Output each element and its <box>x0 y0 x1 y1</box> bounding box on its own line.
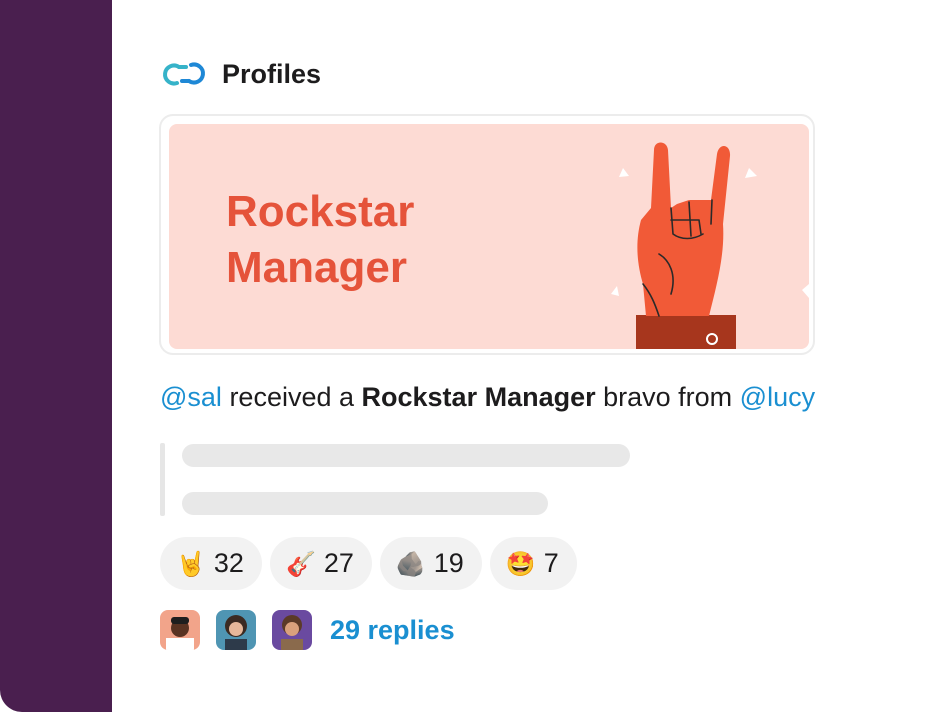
reactions-bar: 🤘 32 🎸 27 🪨 19 🤩 7 <box>160 537 577 590</box>
bravo-card[interactable]: Rockstar Manager <box>159 114 815 355</box>
reaction-count: 27 <box>323 548 354 578</box>
app-header: Profiles <box>160 56 321 92</box>
avatar[interactable] <box>216 610 256 650</box>
reaction-count: 19 <box>433 548 464 578</box>
sender-mention[interactable]: @lucy <box>740 382 815 412</box>
message-text-received: received a <box>221 382 362 412</box>
rock-on-hand-emoji: 🤘 <box>176 549 206 578</box>
reaction-guitar[interactable]: 🎸 27 <box>269 537 372 590</box>
banner-title: Rockstar Manager <box>226 187 415 292</box>
bravo-banner: Rockstar Manager <box>169 124 809 349</box>
workspace-sidebar <box>0 0 112 712</box>
quote-bar <box>160 443 165 516</box>
skeleton-line <box>182 492 548 515</box>
rock-emoji: 🪨 <box>395 549 426 578</box>
bravo-message: @sal received a Rockstar Manager bravo f… <box>160 382 815 413</box>
avatar[interactable] <box>160 610 200 650</box>
chain-link-icon <box>163 62 205 86</box>
page: Profiles Rockstar Manager @sal received … <box>0 0 950 712</box>
recipient-mention[interactable]: @sal <box>160 382 222 412</box>
reaction-count: 32 <box>213 548 244 578</box>
reaction-count: 7 <box>543 548 559 578</box>
star-struck-emoji: 🤩 <box>505 549 536 578</box>
reaction-rock-on[interactable]: 🤘 32 <box>160 537 262 590</box>
guitar-emoji: 🎸 <box>285 549 316 578</box>
app-title: Profiles <box>222 58 322 89</box>
reply-count-link[interactable]: 29 replies <box>330 615 455 646</box>
award-name: Rockstar Manager <box>361 382 596 412</box>
rock-on-hand-icon <box>611 142 809 349</box>
message-text-bravo: bravo from <box>595 382 740 412</box>
reaction-star-struck[interactable]: 🤩 7 <box>489 537 577 590</box>
avatar[interactable] <box>272 610 312 650</box>
thread-replies[interactable]: 29 replies <box>160 610 455 650</box>
reaction-rock[interactable]: 🪨 19 <box>379 537 482 590</box>
skeleton-line <box>182 444 630 467</box>
